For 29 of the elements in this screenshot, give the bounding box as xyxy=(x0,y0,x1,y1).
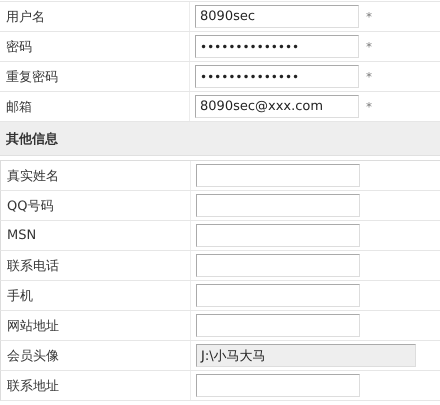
input-field[interactable] xyxy=(196,284,360,307)
field-label: 邮箱 xyxy=(6,98,32,116)
field-label: 联系地址 xyxy=(7,378,59,394)
required-mark: * xyxy=(366,40,372,54)
input-field[interactable] xyxy=(196,254,360,277)
field-label: 用户名 xyxy=(6,8,45,26)
field-label: 联系电话 xyxy=(7,258,59,274)
required-mark: * xyxy=(366,70,372,84)
input-field[interactable]: 8090sec@xxx.com xyxy=(195,95,359,118)
input-field[interactable] xyxy=(196,164,360,187)
field-label: 网站地址 xyxy=(7,318,59,334)
input-field[interactable]: 8090sec xyxy=(195,5,359,28)
field-label: MSN xyxy=(7,228,36,243)
required-mark: * xyxy=(366,100,372,114)
password-field[interactable]: •••••••••••••• xyxy=(195,35,359,58)
input-field[interactable] xyxy=(196,224,360,247)
input-field[interactable] xyxy=(196,314,360,337)
field-label: 真实姓名 xyxy=(7,168,59,184)
input-field[interactable] xyxy=(196,374,360,397)
required-mark: * xyxy=(366,10,372,24)
file-path-field[interactable]: J:\小马大马 xyxy=(196,344,416,367)
field-label: 密码 xyxy=(6,38,32,56)
input-field[interactable] xyxy=(196,194,360,217)
field-label: 手机 xyxy=(7,288,33,304)
section-title: 其他信息 xyxy=(6,130,58,148)
field-label: QQ号码 xyxy=(7,198,54,214)
password-field[interactable]: •••••••••••••• xyxy=(195,65,359,88)
field-label: 重复密码 xyxy=(6,68,58,86)
field-label: 会员头像 xyxy=(7,348,59,364)
